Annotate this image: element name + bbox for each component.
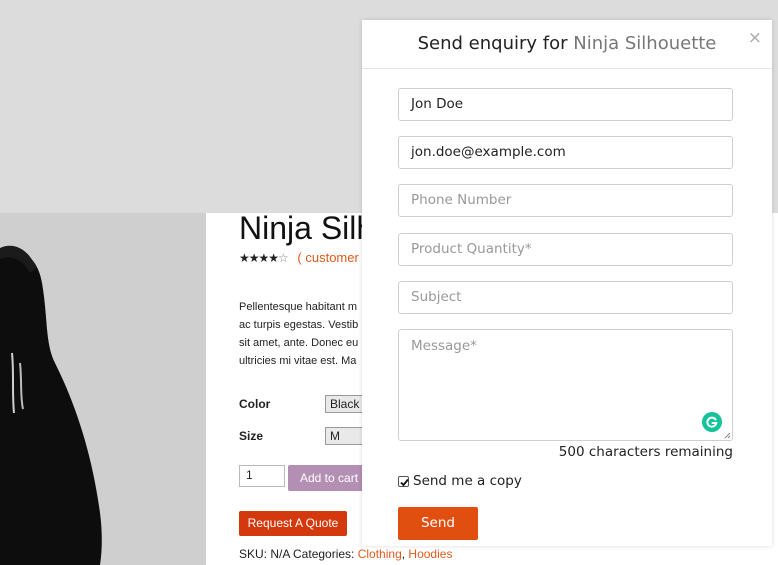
send-copy-row[interactable]: Send me a copy	[398, 473, 522, 489]
name-field[interactable]: Jon Doe	[398, 88, 733, 121]
subject-field[interactable]: Subject	[398, 281, 733, 314]
phone-field[interactable]: Phone Number	[398, 184, 733, 217]
email-field[interactable]: jon.doe@example.com	[398, 136, 733, 169]
enquiry-modal: Send enquiry for Ninja Silhouette × Jon …	[362, 20, 772, 546]
color-label: Color	[239, 397, 271, 411]
send-copy-checkbox[interactable]	[398, 475, 409, 487]
modal-header: Send enquiry for Ninja Silhouette ×	[362, 20, 772, 69]
category-link-hoodies[interactable]: Hoodies	[408, 547, 452, 561]
message-field[interactable]: Message*	[398, 329, 733, 441]
size-label: Size	[239, 429, 264, 443]
send-button[interactable]: Send	[398, 507, 478, 540]
product-quantity-field[interactable]: Product Quantity*	[398, 233, 733, 266]
category-link-clothing[interactable]: Clothing	[358, 547, 402, 561]
add-to-cart-button[interactable]: Add to cart	[288, 465, 366, 491]
send-copy-label: Send me a copy	[413, 473, 522, 489]
grammarly-icon[interactable]	[702, 412, 722, 432]
close-icon[interactable]: ×	[748, 28, 762, 48]
color-select[interactable]: Black	[325, 395, 365, 413]
product-description: Pellentesque habitant m ac turpis egesta…	[239, 301, 359, 367]
request-quote-button[interactable]: Request A Quote	[239, 511, 347, 536]
product-title: Ninja Silh	[239, 210, 375, 246]
quantity-input[interactable]: 1	[239, 465, 285, 487]
product-rating: ★★★★☆ ( customer	[239, 250, 359, 265]
hoodie-image	[0, 245, 102, 565]
rating-stars: ★★★★☆	[239, 251, 289, 265]
product-meta: SKU: N/A Categories: Clothing, Hoodies	[239, 547, 453, 561]
reviews-link[interactable]: ( customer	[297, 250, 358, 265]
message-placeholder: Message*	[411, 338, 477, 354]
modal-title: Send enquiry for Ninja Silhouette	[417, 33, 717, 54]
checkmark-icon	[400, 478, 409, 486]
chars-remaining: 500 characters remaining	[558, 444, 733, 460]
size-select[interactable]: M	[325, 427, 365, 445]
resize-handle-icon[interactable]	[723, 431, 731, 439]
product-image	[0, 213, 206, 565]
